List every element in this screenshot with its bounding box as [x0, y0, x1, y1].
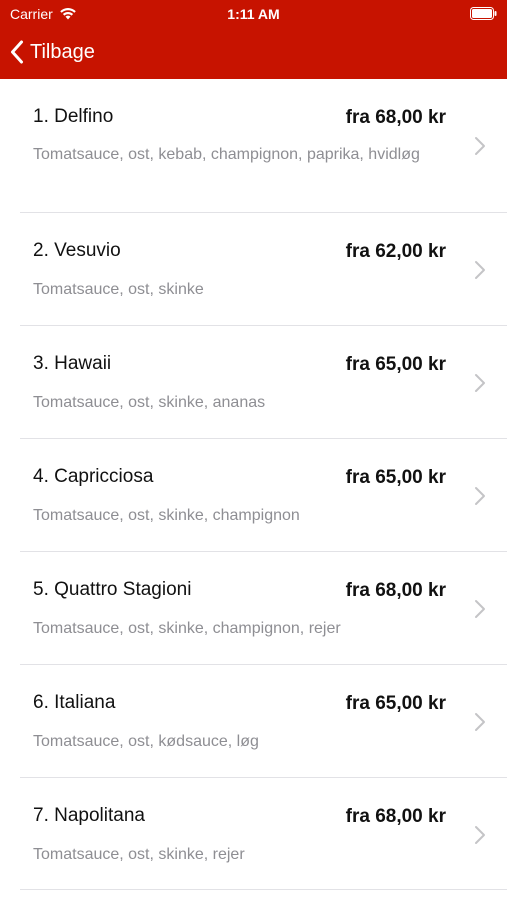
chevron-right-icon: [475, 600, 485, 618]
battery-icon: [470, 7, 497, 20]
item-title: 3. Hawaii: [33, 353, 112, 374]
item-description: Tomatsauce, ost, skinke, champignon, rej…: [33, 620, 341, 637]
list-item[interactable]: 7. Napolitana fra 68,00 kr Tomatsauce, o…: [0, 778, 507, 891]
navigation-header: Carrier 1:11 AM Tilbage: [0, 0, 507, 79]
item-title: 2. Vesuvio: [33, 240, 121, 261]
item-price: fra 68,00 kr: [345, 107, 446, 128]
list-item[interactable]: 4. Capricciosa fra 65,00 kr Tomatsauce, …: [0, 439, 507, 552]
item-title: 6. Italiana: [33, 692, 116, 713]
chevron-left-icon: [11, 40, 23, 64]
back-button[interactable]: Tilbage: [10, 36, 95, 68]
list-item[interactable]: 2. Vesuvio fra 62,00 kr Tomatsauce, ost,…: [0, 213, 507, 326]
item-price: fra 68,00 kr: [345, 806, 446, 827]
list-item[interactable]: 3. Hawaii fra 65,00 kr Tomatsauce, ost, …: [0, 326, 507, 439]
item-price: fra 65,00 kr: [345, 693, 446, 714]
item-title: 5. Quattro Stagioni: [33, 579, 192, 600]
chevron-right-icon: [475, 826, 485, 844]
item-description: Tomatsauce, ost, skinke, rejer: [33, 846, 245, 863]
item-title: 4. Capricciosa: [33, 466, 154, 487]
status-time: 1:11 AM: [227, 6, 280, 22]
list-item[interactable]: 6. Italiana fra 65,00 kr Tomatsauce, ost…: [0, 665, 507, 778]
item-description: Tomatsauce, ost, kødsauce, løg: [33, 733, 259, 750]
item-description: Tomatsauce, ost, skinke, ananas: [33, 394, 266, 411]
chevron-right-icon: [475, 487, 485, 505]
list-item[interactable]: 5. Quattro Stagioni fra 68,00 kr Tomatsa…: [0, 552, 507, 665]
item-description: Tomatsauce, ost, skinke, champignon: [33, 507, 300, 524]
item-price: fra 65,00 kr: [345, 354, 446, 375]
list-item[interactable]: 1. Delfino fra 68,00 kr Tomatsauce, ost,…: [0, 79, 507, 213]
item-price: fra 62,00 kr: [345, 241, 446, 262]
row-divider: [20, 889, 507, 890]
item-description: Tomatsauce, ost, skinke: [33, 281, 204, 298]
chevron-right-icon: [475, 137, 485, 155]
item-price: fra 68,00 kr: [345, 580, 446, 601]
chevron-right-icon: [475, 261, 485, 279]
chevron-right-icon: [475, 713, 485, 731]
item-price: fra 65,00 kr: [345, 467, 446, 488]
item-title: 1. Delfino: [33, 106, 114, 127]
chevron-right-icon: [475, 374, 485, 392]
back-button-label: Tilbage: [30, 40, 95, 63]
item-description: Tomatsauce, ost, kebab, champignon, papr…: [33, 146, 420, 163]
item-title: 7. Napolitana: [33, 805, 145, 826]
status-bar: Carrier 1:11 AM: [0, 0, 507, 28]
